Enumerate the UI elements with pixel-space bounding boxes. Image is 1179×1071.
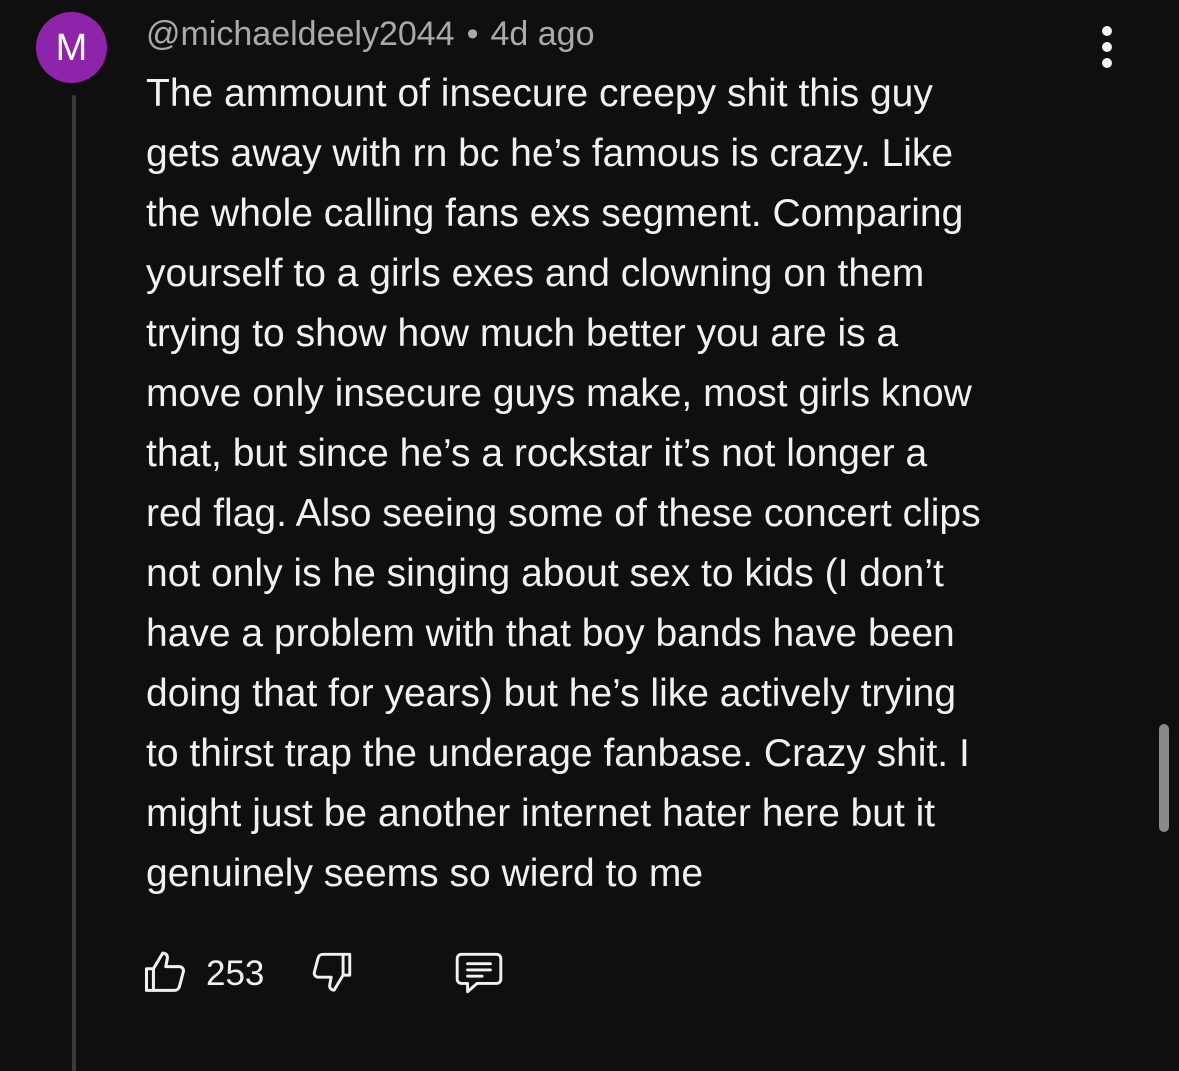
separator-dot: • [466, 15, 479, 53]
thumbs-up-icon [140, 946, 192, 1003]
comment-text-line: genuinely seems so wierd to me [146, 852, 704, 895]
kebab-dot [1102, 26, 1112, 36]
comment-text-line: red flag. Also seeing some of these conc… [146, 492, 981, 535]
more-vert-icon[interactable] [1094, 26, 1120, 68]
reply-button[interactable] [452, 947, 506, 1002]
comment-actions: 253 [140, 944, 506, 1004]
like-button[interactable]: 253 [140, 946, 264, 1003]
comment-text-line: have a problem with that boy bands have … [146, 612, 955, 655]
comment-text-line: The ammount of insecure creepy shit this… [146, 72, 933, 115]
comment-text-line: trying to show how much better you are i… [146, 312, 899, 355]
timestamp[interactable]: 4d ago [491, 15, 595, 53]
thumbs-down-icon [306, 947, 356, 1002]
thread-line [72, 95, 76, 1071]
avatar-letter: M [55, 26, 88, 69]
comment-text-line: not only is he singing about sex to kids… [146, 552, 944, 595]
comment-text-line: the whole calling fans exs segment. Comp… [146, 192, 964, 235]
kebab-dot [1102, 42, 1112, 52]
comment-text-line: move only insecure guys make, most girls… [146, 372, 972, 415]
comment-thread: M @michaeldeely2044 • 4d ago The ammount o… [0, 0, 1179, 1071]
comment-text-line: yourself to a girls exes and clowning on… [146, 252, 925, 295]
like-count: 253 [206, 954, 265, 993]
comment-text-line: doing that for years) but he’s like acti… [146, 672, 957, 715]
comment-text-line: to thirst trap the underage fanbase. Cra… [146, 732, 970, 775]
author-name[interactable]: @michaeldeely2044 [146, 15, 455, 53]
comment-header: @michaeldeely2044 • 4d ago [146, 14, 595, 54]
comment-text-line: that, but since he’s a rockstar it’s not… [146, 432, 928, 475]
scrollbar[interactable] [1159, 724, 1169, 832]
dislike-button[interactable] [306, 947, 356, 1002]
avatar[interactable]: M [36, 12, 107, 83]
comment-reply-icon [452, 947, 506, 1002]
comment-text-line: gets away with rn bc he’s famous is craz… [146, 132, 954, 175]
comment-text-line: might just be another internet hater her… [146, 792, 936, 835]
comment-body: The ammount of insecure creepy shit this… [146, 64, 1146, 904]
